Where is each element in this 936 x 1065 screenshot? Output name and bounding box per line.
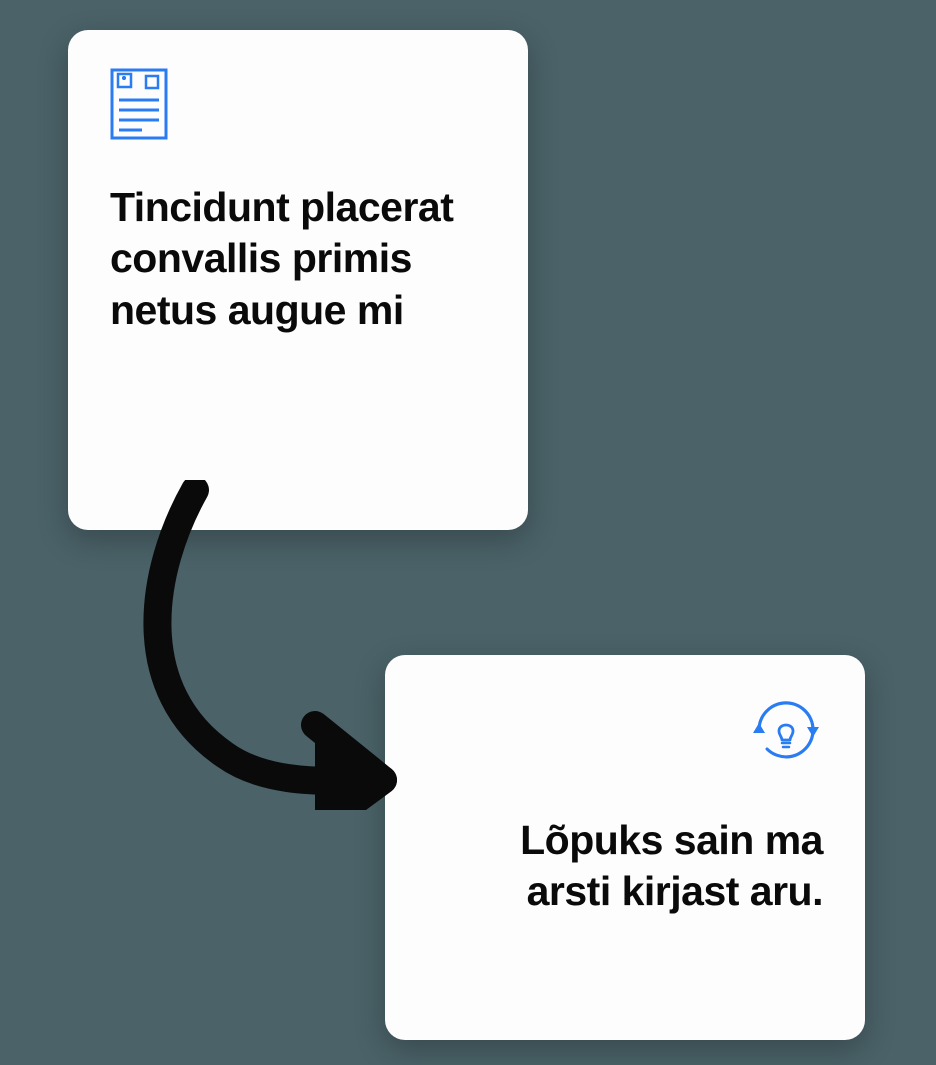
arrow-icon [115, 480, 415, 810]
card-title: Tincidunt placerat convallis primis netu… [110, 182, 486, 336]
card-title: Lõpuks sain ma arsti kirjast aru. [427, 815, 823, 918]
connector-arrow [115, 480, 415, 810]
result-card: Lõpuks sain ma arsti kirjast aru. [385, 655, 865, 1040]
source-card: Tincidunt placerat convallis primis netu… [68, 30, 528, 530]
refresh-idea-icon [749, 693, 823, 767]
card-icon-wrap [427, 693, 823, 767]
card-icon-wrap [110, 68, 486, 140]
medical-document-icon [110, 68, 168, 140]
